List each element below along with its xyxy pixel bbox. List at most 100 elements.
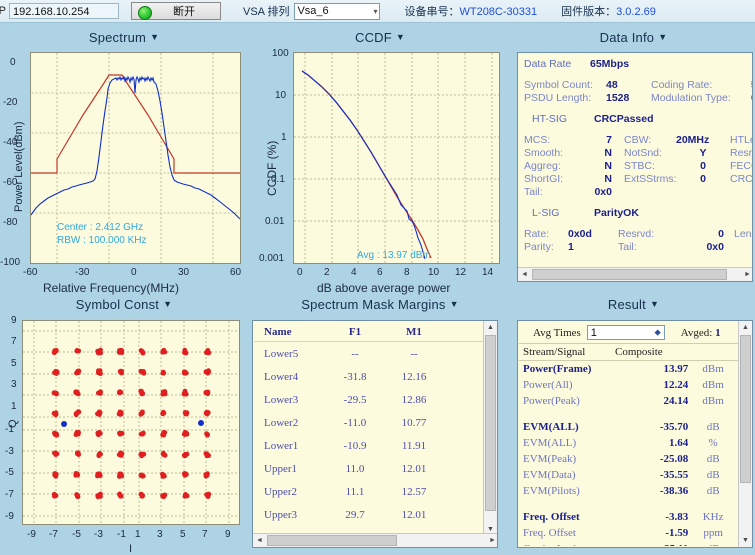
table-row[interactable]: Lower5 -- -- [254,342,483,365]
smooth-label: Smooth: [524,147,564,159]
mask-panel-title[interactable]: Spectrum Mask Margins ▼ [250,297,510,312]
ip-address-input[interactable]: 192.168.10.254 [9,3,119,19]
symbol-const-title-text: Symbol Const [75,297,160,312]
table-row[interactable]: Upper1 11.0 12.01 [254,457,483,480]
result-cell-value: -38.36 [659,485,689,497]
result-col-composite: Composite [615,345,663,358]
result-panel[interactable]: Avg Times 1 ⬥ Avged: 1 Stream/Signal Com… [517,320,753,548]
lsig-rate-value: 0x0d [568,228,592,240]
ccdf-panel-title[interactable]: CCDF ▼ [250,30,510,45]
table-row[interactable]: Lower4 -31.8 12.16 [254,365,483,388]
mask-cell-f1: 11.0 [345,462,365,475]
data-rate-value: 65Mbps [590,58,630,70]
avg-times-stepper[interactable]: 1 ⬥ [586,325,665,340]
result-cell-value: -35.55 [659,469,689,481]
symbol-const-panel-title[interactable]: Symbol Const ▼ [0,297,248,312]
modulation-type-label: Modulation Type: [651,92,731,104]
result-cell-name: EVM(Peak) [523,453,577,465]
mask-hscrollbar[interactable]: ◄ ► [253,533,497,547]
result-cell-value: 13.97 [663,363,689,375]
lsig-parity-value: 1 [568,241,574,253]
mask-vscrollbar[interactable]: ▲ ▼ [483,321,497,536]
connect-disconnect-button[interactable]: 断开 [131,2,221,20]
result-vscrollbar[interactable]: ▲ ▼ [738,321,752,547]
mask-cell-name: Lower2 [264,416,299,429]
stepper-updown-icon[interactable]: ⬥ [654,327,660,338]
table-row[interactable]: EVM(ALL) -35.70 dB [519,419,738,435]
notsnd-value: Y [699,147,707,159]
hscroll-thumb[interactable] [532,269,727,280]
mask-cell-f1: -29.5 [343,393,367,406]
crc-label: CRC: [730,173,753,185]
mask-cell-name: Upper2 [264,485,297,498]
spectrum-panel-title[interactable]: Spectrum ▼ [0,30,248,45]
mask-cell-name: Lower4 [264,370,299,383]
notsnd-label: NotSnd: [624,147,662,159]
table-row[interactable]: Lower3 -29.5 12.86 [254,388,483,411]
result-cell-name: Freq. Offset [523,527,576,539]
table-row[interactable]: Freq. Offset -3.83 KHz [519,509,738,525]
mask-cell-f1: -11.0 [343,416,367,429]
mask-cell-m1: -- [410,347,418,360]
mask-cell-f1: 29.7 [345,508,365,521]
mask-cell-name: Lower3 [264,393,299,406]
table-row[interactable]: EVM(ALL) 1.64% [519,435,738,451]
table-row[interactable]: EVM(Pilots) -38.36 dB [519,483,738,499]
mask-cell-f1: -10.9 [343,439,367,452]
symbol-const-plot[interactable] [22,320,240,525]
hscroll-thumb[interactable] [267,535,397,546]
vsa-select[interactable]: Vsa_6 ▾ [294,2,381,20]
result-avg-bar: Avg Times 1 ⬥ Avged: 1 [519,322,738,344]
result-cell-unit: KHz [702,511,724,523]
mask-cell-m1: 11.91 [401,439,427,452]
table-row[interactable]: Upper2 11.1 12.57 [254,480,483,503]
mask-cell-m1: 10.77 [401,416,427,429]
result-cell-name: Carrier Leakage [519,543,615,546]
spectrum-rbw-note: RBW : 100.000 KHz [57,235,147,246]
table-row[interactable]: EVM(Data) -35.55 dB [519,467,738,483]
scroll-right-icon[interactable]: ► [486,534,497,547]
data-info-panel-title[interactable]: Data Info ▼ [512,30,755,45]
vsa-application-window: P 192.168.10.254 断开 VSA 排列 Vsa_6 ▾ 设备串号：… [0,0,755,555]
vscroll-thumb[interactable] [485,335,496,511]
feccode-label: FECCode: [730,160,752,172]
mask-table-body: Lower5 -- -- Lower4 -31.8 12.16 Lower3 -29.5 12.… [254,342,483,547]
scroll-right-icon[interactable]: ► [741,268,752,281]
vscroll-thumb[interactable] [740,335,751,483]
ip-label: P [0,5,6,17]
table-row[interactable]: Freq. Offset -1.59 ppm [519,525,738,541]
chevron-down-icon: ▼ [395,32,405,42]
result-cell-unit: dB [706,421,720,433]
chevron-down-icon: ▼ [658,32,668,42]
top-toolbar: P 192.168.10.254 断开 VSA 排列 Vsa_6 ▾ 设备串号：… [0,0,755,23]
result-title-text: Result [607,297,646,312]
result-cell-value: -25.08 [659,453,689,465]
coding-rate-value: 5/ [751,79,752,92]
chevron-down-icon: ▼ [449,299,459,309]
shortgi-label: ShortGI: [524,173,564,185]
data-info-panel[interactable]: Data Rate 65Mbps Symbol Count: 48 Coding Ra… [517,52,753,282]
scroll-up-icon[interactable]: ▲ [484,321,497,334]
result-cell-value: 1.64 [668,437,689,449]
table-row[interactable]: EVM(Peak) -25.08 dB [519,451,738,467]
table-row[interactable]: Lower1 -10.9 11.91 [254,434,483,457]
table-row[interactable]: Power(All) 12.24 dBm [519,377,738,393]
table-row[interactable]: Upper3 29.7 12.01 [254,503,483,526]
shortgi-value: N [604,173,612,185]
scroll-left-icon[interactable]: ◄ [253,534,266,547]
tail-value: 0x0 [594,186,612,198]
ccdf-plot[interactable] [293,52,500,264]
table-row[interactable]: Lower2 -11.0 10.77 [254,411,483,434]
table-row[interactable]: Carrier Leakage-35.11dB [519,541,738,546]
ccdf-avg-note: Avg : 13.97 dBm [357,250,431,261]
table-row[interactable]: Power(Frame) 13.97 dBm [519,361,738,377]
table-row[interactable]: Power(Peak) 24.14 dBm [519,393,738,409]
mask-table-panel[interactable]: Name F1 M1 Lower5 -- -- Lower4 -31.8 12.16 Low… [252,320,498,548]
scroll-up-icon[interactable]: ▲ [739,321,752,334]
data-info-hscrollbar[interactable]: ◄ ► [518,267,752,281]
modulation-type-value: 64-QAM [751,92,752,105]
result-panel-title[interactable]: Result ▼ [512,297,755,312]
result-cell-value: 24.14 [663,395,689,407]
scroll-left-icon[interactable]: ◄ [518,268,531,281]
scroll-down-icon[interactable]: ▼ [739,534,752,547]
